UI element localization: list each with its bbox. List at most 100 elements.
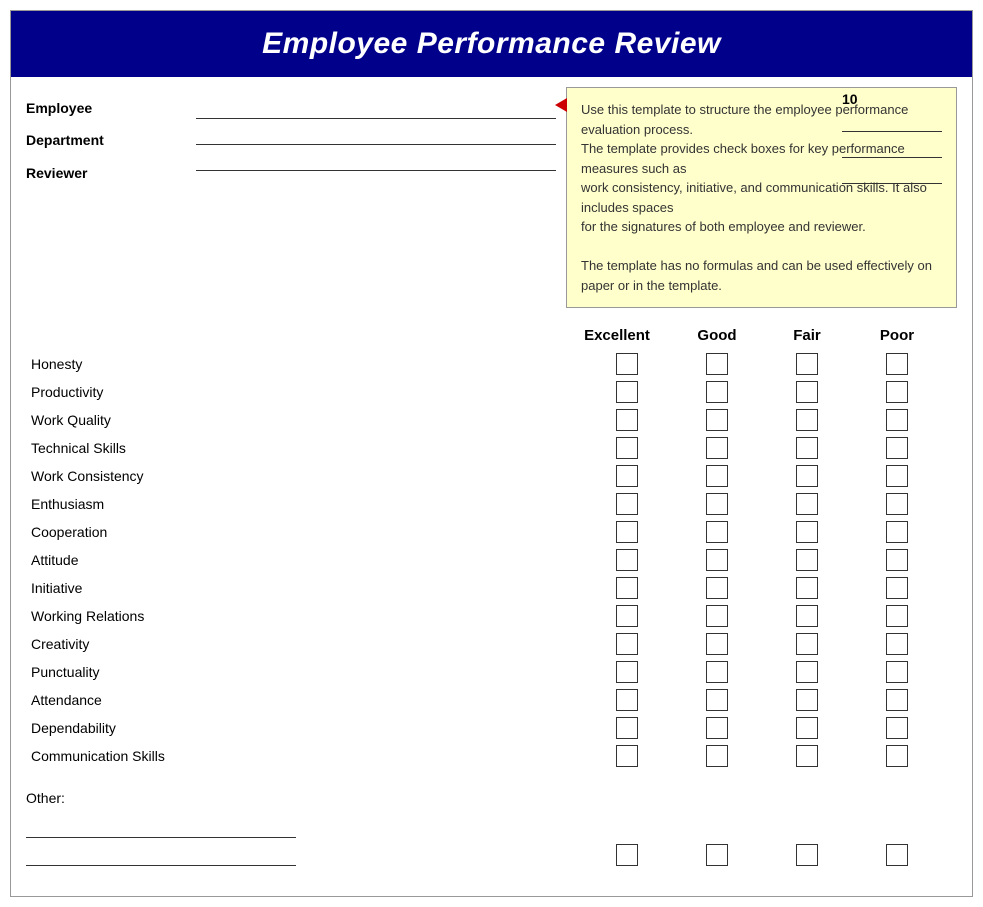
checkbox-excellent[interactable] — [616, 437, 638, 459]
department-input[interactable] — [196, 127, 556, 145]
employee-input[interactable] — [196, 101, 556, 119]
reviewer-input[interactable] — [196, 153, 556, 171]
checkbox-excellent[interactable] — [616, 661, 638, 683]
checkbox-poor[interactable] — [886, 745, 908, 767]
checkbox-cell-good — [672, 409, 762, 431]
checkbox-good[interactable] — [706, 745, 728, 767]
checkbox-good[interactable] — [706, 465, 728, 487]
checkbox-excellent[interactable] — [616, 605, 638, 627]
checkbox-fair[interactable] — [796, 353, 818, 375]
checkbox-cell-poor — [852, 661, 942, 683]
checkbox-good[interactable] — [706, 661, 728, 683]
checkbox-good[interactable] — [706, 381, 728, 403]
checkbox-poor[interactable] — [886, 661, 908, 683]
checkbox-excellent[interactable] — [616, 381, 638, 403]
other-line-1[interactable] — [26, 816, 296, 838]
checkbox-fair[interactable] — [796, 381, 818, 403]
checkbox-poor[interactable] — [886, 381, 908, 403]
checkbox-poor[interactable] — [886, 521, 908, 543]
checkbox-excellent[interactable] — [616, 521, 638, 543]
criteria-row: Technical Skills — [26, 434, 957, 462]
other-check-excellent[interactable] — [616, 844, 638, 866]
checkbox-fair[interactable] — [796, 521, 818, 543]
checkbox-excellent[interactable] — [616, 577, 638, 599]
checkbox-good[interactable] — [706, 577, 728, 599]
other-check-poor[interactable] — [886, 844, 908, 866]
criteria-label: Creativity — [26, 636, 316, 652]
header-fair: Fair — [762, 327, 852, 344]
checkbox-good[interactable] — [706, 493, 728, 515]
checkbox-cell-fair — [762, 437, 852, 459]
checkbox-fair[interactable] — [796, 689, 818, 711]
checkbox-excellent[interactable] — [616, 549, 638, 571]
criteria-label: Enthusiasm — [26, 496, 316, 512]
checkbox-poor[interactable] — [886, 633, 908, 655]
checkbox-excellent[interactable] — [616, 689, 638, 711]
checkbox-poor[interactable] — [886, 605, 908, 627]
checkbox-excellent[interactable] — [616, 633, 638, 655]
checkbox-fair[interactable] — [796, 549, 818, 571]
checkbox-good[interactable] — [706, 521, 728, 543]
checkbox-fair[interactable] — [796, 605, 818, 627]
checkbox-cell-fair — [762, 409, 852, 431]
checkbox-poor[interactable] — [886, 465, 908, 487]
other-check-fair[interactable] — [796, 844, 818, 866]
checkbox-good[interactable] — [706, 549, 728, 571]
criteria-label: Communication Skills — [26, 748, 316, 764]
checkbox-poor[interactable] — [886, 577, 908, 599]
right-input-2[interactable] — [842, 140, 942, 158]
employee-input-lines — [196, 101, 556, 308]
checkbox-good[interactable] — [706, 689, 728, 711]
checkbox-group — [316, 409, 957, 431]
checkbox-poor[interactable] — [886, 717, 908, 739]
checkbox-excellent[interactable] — [616, 353, 638, 375]
page: Employee Performance Review Employee Dep… — [10, 10, 973, 897]
checkbox-poor[interactable] — [886, 549, 908, 571]
criteria-row: Cooperation — [26, 518, 957, 546]
checkbox-good[interactable] — [706, 409, 728, 431]
checkbox-cell-excellent — [582, 409, 672, 431]
criteria-row: Dependability — [26, 714, 957, 742]
checkbox-good[interactable] — [706, 605, 728, 627]
criteria-row: Honesty — [26, 350, 957, 378]
checkbox-fair[interactable] — [796, 437, 818, 459]
checkbox-cell-poor — [852, 745, 942, 767]
criteria-label: Attitude — [26, 552, 316, 568]
checkbox-excellent[interactable] — [616, 717, 638, 739]
other-line-2[interactable] — [26, 844, 296, 866]
right-input-1[interactable] — [842, 114, 942, 132]
criteria-row: Attitude — [26, 546, 957, 574]
checkbox-excellent[interactable] — [616, 465, 638, 487]
checkbox-excellent[interactable] — [616, 493, 638, 515]
checkbox-excellent[interactable] — [616, 409, 638, 431]
checkbox-poor[interactable] — [886, 493, 908, 515]
other-check-good[interactable] — [706, 844, 728, 866]
checkbox-poor[interactable] — [886, 689, 908, 711]
checkbox-fair[interactable] — [796, 577, 818, 599]
checkbox-good[interactable] — [706, 353, 728, 375]
checkbox-fair[interactable] — [796, 633, 818, 655]
criteria-label: Initiative — [26, 580, 316, 596]
checkbox-poor[interactable] — [886, 437, 908, 459]
checkbox-group — [316, 689, 957, 711]
checkbox-poor[interactable] — [886, 353, 908, 375]
checkbox-fair[interactable] — [796, 745, 818, 767]
criteria-label: Productivity — [26, 384, 316, 400]
criteria-row: Work Consistency — [26, 462, 957, 490]
checkbox-cell-fair — [762, 521, 852, 543]
checkbox-fair[interactable] — [796, 409, 818, 431]
checkbox-good[interactable] — [706, 633, 728, 655]
checkbox-poor[interactable] — [886, 409, 908, 431]
checkbox-good[interactable] — [706, 437, 728, 459]
checkbox-fair[interactable] — [796, 717, 818, 739]
right-input-3[interactable] — [842, 166, 942, 184]
criteria-label: Cooperation — [26, 524, 316, 540]
criteria-label: Dependability — [26, 720, 316, 736]
checkbox-group — [316, 465, 957, 487]
checkbox-excellent[interactable] — [616, 745, 638, 767]
checkbox-fair[interactable] — [796, 661, 818, 683]
checkbox-fair[interactable] — [796, 465, 818, 487]
checkbox-good[interactable] — [706, 717, 728, 739]
checkbox-cell-good — [672, 353, 762, 375]
checkbox-fair[interactable] — [796, 493, 818, 515]
